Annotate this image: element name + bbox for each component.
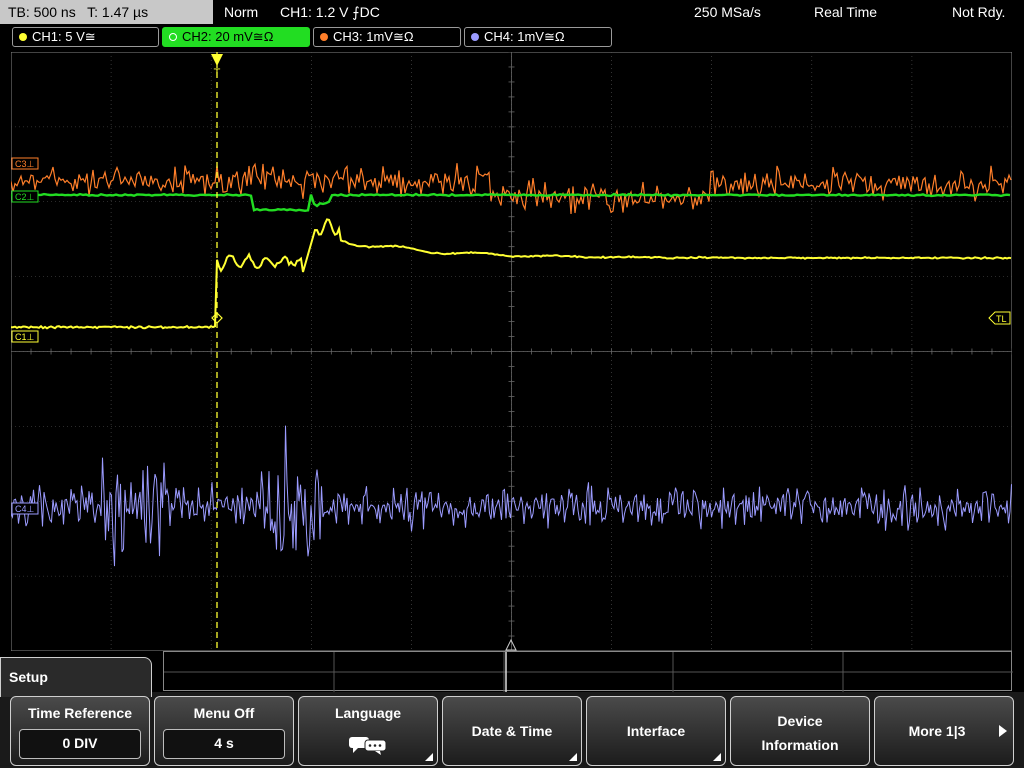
c3-marker-label: C3⊥	[15, 159, 35, 169]
menu-off-button[interactable]: Menu Off 4 s	[154, 696, 294, 766]
channel-tab-ch4[interactable]: CH4: 1mV≅Ω	[464, 27, 612, 47]
interface-button[interactable]: Interface	[586, 696, 726, 766]
time-reference-button[interactable]: Time Reference 0 DIV	[10, 696, 150, 766]
trigger-mode[interactable]: Norm	[224, 0, 258, 24]
menu-title: Setup	[9, 669, 48, 685]
c2-marker-label: C2⊥	[15, 192, 35, 202]
submenu-corner-icon	[569, 753, 577, 761]
speech-bubbles-icon	[349, 737, 387, 755]
c4-ground-marker[interactable]: C4⊥	[11, 502, 39, 515]
ch2-color-dot	[169, 33, 177, 41]
ch4-label: CH4: 1mV≅Ω	[484, 29, 565, 44]
arrow-right-icon	[999, 725, 1007, 737]
device-info-line1: Device	[777, 713, 823, 729]
submenu-corner-icon	[713, 753, 721, 761]
menu-off-label: Menu Off	[193, 705, 255, 721]
more-label: More 1|3	[908, 723, 966, 739]
c1-ground-marker[interactable]: C1⊥	[11, 330, 39, 343]
sample-rate: 250 MSa/s	[694, 4, 761, 20]
more-button[interactable]: More 1|3	[874, 696, 1014, 766]
date-time-label: Date & Time	[471, 723, 553, 739]
channel-tab-ch2[interactable]: CH2: 20 mV≅Ω	[162, 27, 310, 47]
time-reference-label: Time Reference	[27, 705, 132, 721]
ready-state: Not Rdy.	[952, 4, 1006, 20]
ch1-color-dot	[19, 33, 27, 41]
channel-tab-ch3[interactable]: CH3: 1mV≅Ω	[313, 27, 461, 47]
c2-ground-marker[interactable]: C2⊥	[11, 190, 39, 203]
waveform-display[interactable]: T C3⊥ C2⊥ C1⊥ C4⊥ TL	[11, 52, 1012, 651]
menu-off-value: 4 s	[163, 729, 285, 759]
acquisition-mode: Real Time	[814, 4, 878, 20]
submenu-corner-icon	[425, 753, 433, 761]
device-information-button[interactable]: Device Information	[730, 696, 870, 766]
device-info-line2: Information	[761, 737, 839, 753]
timebase-readout: TB: 500 ns	[8, 4, 76, 20]
trigger-level-label: TL	[996, 314, 1007, 324]
timebase-box[interactable]: TB: 500 ns T: 1.47 µs	[0, 0, 213, 24]
zoom-overview-strip	[163, 651, 1013, 692]
language-label: Language	[334, 705, 402, 721]
ch4-color-dot	[471, 33, 479, 41]
c4-marker-label: C4⊥	[15, 504, 35, 514]
ch2-label: CH2: 20 mV≅Ω	[182, 29, 274, 44]
channel-tab-ch1[interactable]: CH1: 5 V≅	[12, 27, 159, 47]
c3-ground-marker[interactable]: C3⊥	[11, 157, 39, 170]
trigger-position-label: T	[214, 67, 221, 79]
ch3-label: CH3: 1mV≅Ω	[333, 29, 414, 44]
ch3-color-dot	[320, 33, 328, 41]
interface-label: Interface	[626, 723, 686, 739]
ch1-label: CH1: 5 V≅	[32, 29, 96, 44]
trigger-time-readout: T: 1.47 µs	[87, 4, 149, 20]
time-reference-value: 0 DIV	[19, 729, 141, 759]
date-time-button[interactable]: Date & Time	[442, 696, 582, 766]
trigger-setting[interactable]: CH1: 1.2 V ⨍DC	[280, 0, 380, 24]
menu-title-tab: Setup	[0, 657, 152, 697]
c1-marker-label: C1⊥	[15, 332, 35, 342]
language-button[interactable]: Language	[298, 696, 438, 766]
